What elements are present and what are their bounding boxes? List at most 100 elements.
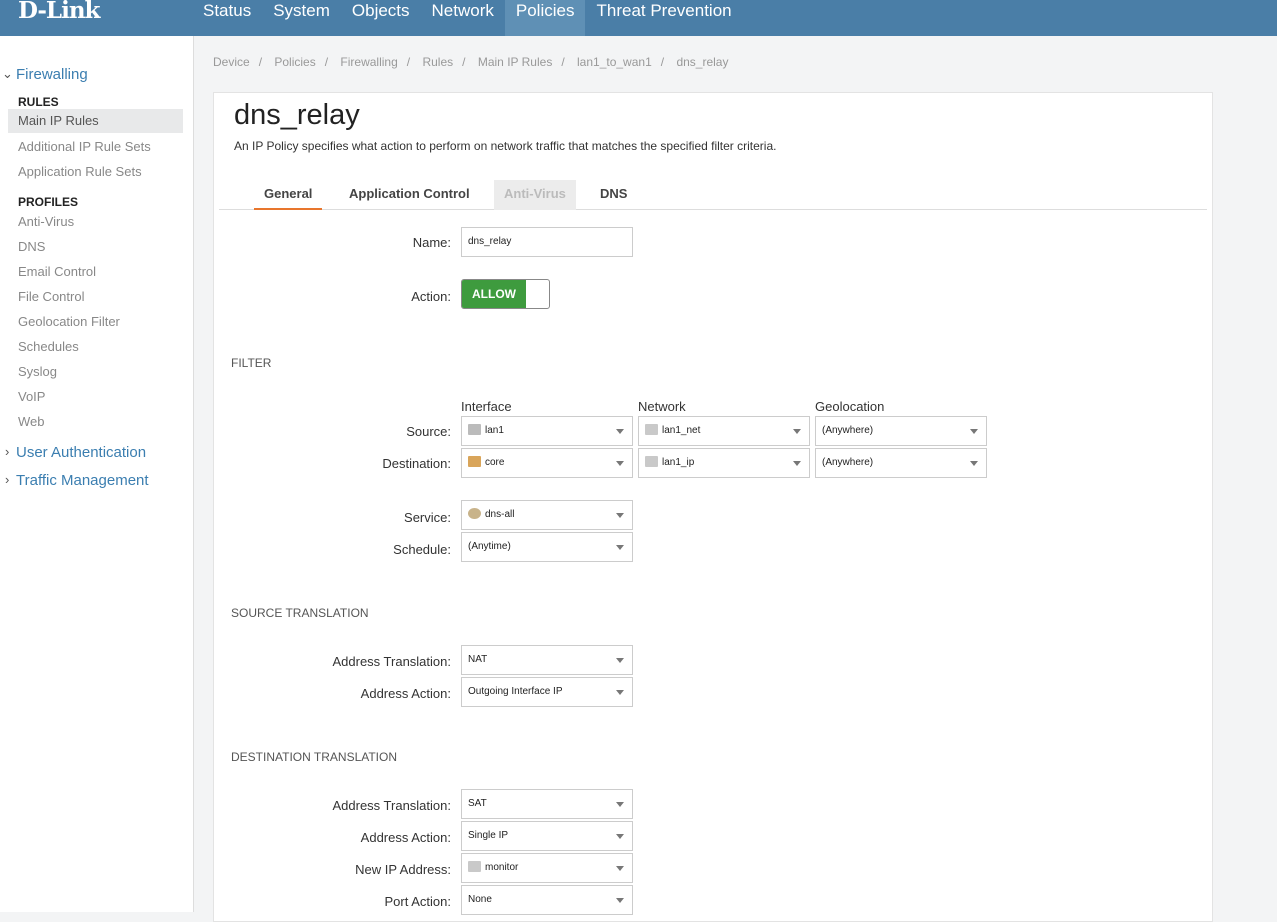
breadcrumb: Device / Policies / Firewalling / Rules / Ma… xyxy=(213,55,729,69)
sidebar-group-traffic-management[interactable]: Traffic Management xyxy=(16,472,149,489)
new-ip-address-select[interactable]: monitor xyxy=(461,853,633,883)
port-action-label: Port Action: xyxy=(384,894,451,909)
sidebar-item-file-control[interactable]: File Control xyxy=(18,289,84,304)
source-geolocation-select[interactable]: (Anywhere) xyxy=(815,416,987,446)
chevron-down-icon: ⌄ xyxy=(2,66,13,81)
geolocation-column-header: Geolocation xyxy=(815,399,885,414)
page-title: dns_relay xyxy=(234,99,360,131)
service-value: dns-all xyxy=(485,509,515,520)
dst-address-action-select[interactable]: Single IP xyxy=(461,821,633,851)
destination-translation-heading: DESTINATION TRANSLATION xyxy=(231,750,398,764)
dropdown-arrow-icon xyxy=(970,429,978,434)
interface-column-header: Interface xyxy=(461,399,512,414)
dst-address-translation-value: SAT xyxy=(468,798,487,809)
nav-objects[interactable]: Objects xyxy=(341,0,421,36)
dropdown-arrow-icon xyxy=(616,898,624,903)
breadcrumb-firewalling[interactable]: Firewalling xyxy=(340,55,397,69)
destination-label: Destination: xyxy=(382,456,451,471)
sidebar-item-anti-virus[interactable]: Anti-Virus xyxy=(18,214,74,229)
action-toggle-allow: ALLOW xyxy=(462,280,526,308)
sidebar-item-web[interactable]: Web xyxy=(18,414,45,429)
tab-general[interactable]: General xyxy=(254,180,323,210)
breadcrumb-device[interactable]: Device xyxy=(213,55,250,69)
tab-dns[interactable]: DNS xyxy=(590,180,637,210)
sidebar-item-syslog[interactable]: Syslog xyxy=(18,364,57,379)
dst-address-translation-label: Address Translation: xyxy=(332,798,451,813)
dropdown-arrow-icon xyxy=(616,658,624,663)
sidebar-item-schedules[interactable]: Schedules xyxy=(18,339,79,354)
dropdown-arrow-icon xyxy=(616,513,624,518)
nav-policies[interactable]: Policies xyxy=(504,0,586,36)
network-object-icon xyxy=(645,424,658,435)
page-description: An IP Policy specifies what action to pe… xyxy=(234,139,777,153)
dropdown-arrow-icon xyxy=(616,545,624,550)
filter-heading: FILTER xyxy=(231,356,272,370)
dropdown-arrow-icon xyxy=(616,834,624,839)
breadcrumb-policies[interactable]: Policies xyxy=(274,55,315,69)
destination-geolocation-select[interactable]: (Anywhere) xyxy=(815,448,987,478)
source-translation-heading: SOURCE TRANSLATION xyxy=(231,606,369,620)
dropdown-arrow-icon xyxy=(616,461,624,466)
src-address-action-select[interactable]: Outgoing Interface IP xyxy=(461,677,633,707)
sidebar-item-additional-ip-rule-sets[interactable]: Additional IP Rule Sets xyxy=(18,139,151,154)
network-object-icon xyxy=(645,456,658,467)
sidebar-item-dns[interactable]: DNS xyxy=(18,239,45,254)
new-ip-address-label: New IP Address: xyxy=(355,862,451,877)
src-address-translation-select[interactable]: NAT xyxy=(461,645,633,675)
tab-application-control[interactable]: Application Control xyxy=(339,180,480,210)
new-ip-address-value: monitor xyxy=(485,862,519,873)
sidebar-heading-profiles: PROFILES xyxy=(18,195,79,209)
network-object-icon xyxy=(468,861,481,872)
sidebar-item-application-rule-sets[interactable]: Application Rule Sets xyxy=(18,164,142,179)
service-select[interactable]: dns-all xyxy=(461,500,633,530)
destination-interface-select[interactable]: core xyxy=(461,448,633,478)
network-column-header: Network xyxy=(638,399,686,414)
service-icon xyxy=(468,508,481,519)
name-input[interactable]: dns_relay xyxy=(461,227,633,257)
interface-icon xyxy=(468,424,481,435)
schedule-value: (Anytime) xyxy=(468,541,511,552)
source-network-value: lan1_net xyxy=(662,425,701,436)
sidebar-group-firewalling[interactable]: Firewalling xyxy=(16,66,88,83)
sidebar-item-voip[interactable]: VoIP xyxy=(18,389,45,404)
source-interface-value: lan1 xyxy=(485,425,504,436)
sidebar-group-user-authentication[interactable]: User Authentication xyxy=(16,444,146,461)
breadcrumb-main-ip-rules[interactable]: Main IP Rules xyxy=(478,55,552,69)
top-navigation-bar: D-Link Status System Objects Network Pol… xyxy=(0,0,1277,36)
src-address-action-label: Address Action: xyxy=(360,686,451,701)
nav-status[interactable]: Status xyxy=(192,0,262,36)
dlink-logo: D-Link xyxy=(18,0,100,24)
nav-threat-prevention[interactable]: Threat Prevention xyxy=(585,0,742,36)
sidebar-item-main-ip-rules[interactable]: Main IP Rules xyxy=(8,109,183,133)
source-label: Source: xyxy=(406,424,451,439)
destination-geolocation-value: (Anywhere) xyxy=(822,457,874,468)
port-action-select[interactable]: None xyxy=(461,885,633,915)
breadcrumb-lan1-to-wan1[interactable]: lan1_to_wan1 xyxy=(577,55,652,69)
destination-network-select[interactable]: lan1_ip xyxy=(638,448,810,478)
source-network-select[interactable]: lan1_net xyxy=(638,416,810,446)
nav-system[interactable]: System xyxy=(262,0,341,36)
sidebar-heading-rules: RULES xyxy=(18,95,59,109)
action-label: Action: xyxy=(411,289,451,304)
tab-anti-virus: Anti-Virus xyxy=(494,180,576,210)
dropdown-arrow-icon xyxy=(793,461,801,466)
dropdown-arrow-icon xyxy=(970,461,978,466)
schedule-select[interactable]: (Anytime) xyxy=(461,532,633,562)
nav-network[interactable]: Network xyxy=(421,0,505,36)
breadcrumb-rules[interactable]: Rules xyxy=(422,55,453,69)
destination-interface-value: core xyxy=(485,457,505,468)
dst-address-translation-select[interactable]: SAT xyxy=(461,789,633,819)
sidebar-item-geolocation-filter[interactable]: Geolocation Filter xyxy=(18,314,120,329)
chevron-right-icon: › xyxy=(5,444,10,459)
dropdown-arrow-icon xyxy=(793,429,801,434)
src-address-translation-label: Address Translation: xyxy=(332,654,451,669)
dst-address-action-value: Single IP xyxy=(468,830,509,841)
action-toggle[interactable]: ALLOW xyxy=(461,279,550,309)
sidebar-item-email-control[interactable]: Email Control xyxy=(18,264,96,279)
schedule-label: Schedule: xyxy=(393,542,451,557)
destination-network-value: lan1_ip xyxy=(662,457,695,468)
sidebar: ⌄ Firewalling RULES Main IP Rules Additi… xyxy=(0,36,194,912)
dropdown-arrow-icon xyxy=(616,866,624,871)
dropdown-arrow-icon xyxy=(616,429,624,434)
source-interface-select[interactable]: lan1 xyxy=(461,416,633,446)
